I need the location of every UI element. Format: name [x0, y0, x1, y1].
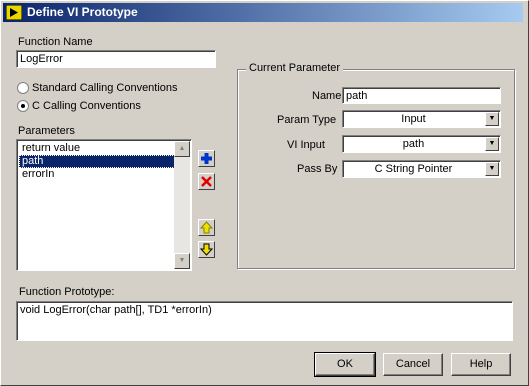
pass-by-label: Pass By	[297, 163, 338, 175]
arrow-down-icon	[199, 243, 214, 256]
pass-by-value: C String Pointer	[374, 163, 453, 175]
chevron-down-icon[interactable]: ▼	[485, 137, 499, 151]
help-button[interactable]: Help	[451, 353, 511, 376]
chevron-down-icon[interactable]: ▼	[485, 162, 499, 176]
labview-icon	[6, 5, 22, 20]
standard-calling-label[interactable]: Standard Calling Conventions	[32, 82, 178, 94]
param-type-value: Input	[401, 113, 426, 125]
c-calling-radio[interactable]	[17, 100, 29, 112]
function-name-input[interactable]: LogError	[16, 50, 216, 68]
move-up-button[interactable]	[198, 219, 215, 236]
function-name-label: Function Name	[18, 36, 93, 48]
window-title: Define VI Prototype	[27, 5, 138, 19]
vi-input-dropdown[interactable]: path ▼	[342, 135, 501, 153]
name-label: Name	[312, 90, 342, 102]
pass-by-dropdown[interactable]: C String Pointer ▼	[342, 160, 501, 178]
x-delete-icon	[201, 176, 212, 187]
parameter-name-input[interactable]: path	[342, 87, 501, 104]
parameters-label: Parameters	[18, 125, 75, 137]
dialog-window: Define VI Prototype Function Name LogErr…	[0, 0, 529, 386]
chevron-down-icon[interactable]: ▼	[485, 112, 499, 126]
standard-calling-radio[interactable]	[17, 82, 29, 94]
scroll-up-arrow-icon[interactable]: ▲	[174, 141, 190, 157]
prototype-text: void LogError(char path[], TD1 *errorIn)	[16, 301, 513, 341]
scroll-down-arrow-icon[interactable]: ▼	[174, 253, 190, 269]
list-item[interactable]: return value	[19, 142, 175, 155]
vi-input-label: VI Input	[287, 139, 325, 151]
list-item[interactable]: errorIn	[19, 168, 175, 181]
arrow-up-icon	[199, 221, 214, 234]
add-parameter-button[interactable]	[198, 150, 215, 167]
c-calling-label[interactable]: C Calling Conventions	[32, 100, 141, 112]
vi-input-value: path	[402, 138, 425, 150]
parameters-list[interactable]: return value path errorIn ▲ ▼	[16, 139, 192, 271]
list-item-selected[interactable]: path	[19, 155, 175, 168]
current-parameter-legend: Current Parameter	[246, 62, 344, 74]
param-type-dropdown[interactable]: Input ▼	[342, 110, 501, 128]
param-type-label: Param Type	[277, 114, 337, 126]
delete-parameter-button[interactable]	[198, 173, 215, 190]
move-down-button[interactable]	[198, 241, 215, 258]
title-bar[interactable]: Define VI Prototype	[3, 3, 523, 22]
ok-button[interactable]: OK	[314, 352, 376, 377]
prototype-label: Function Prototype:	[19, 286, 115, 298]
plus-icon	[201, 153, 212, 164]
parameters-scrollbar[interactable]: ▲ ▼	[174, 141, 190, 269]
cancel-button[interactable]: Cancel	[383, 353, 443, 376]
